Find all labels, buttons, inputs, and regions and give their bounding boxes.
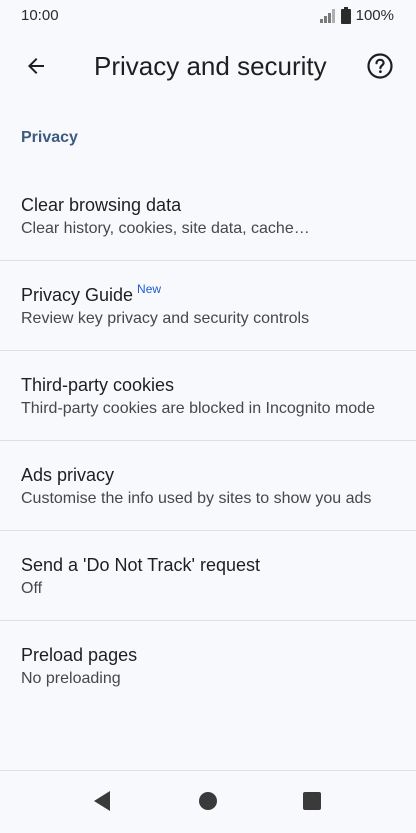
setting-summary: Off xyxy=(21,580,43,597)
setting-summary: Third-party cookies are blocked in Incog… xyxy=(21,400,375,417)
setting-summary: Review key privacy and security controls xyxy=(21,310,310,327)
nav-recents-button[interactable] xyxy=(298,789,326,817)
new-badge: New xyxy=(137,282,162,296)
setting-summary: Customise the info used by sites to show… xyxy=(21,490,372,507)
setting-ads-privacy[interactable]: Ads privacy Customise the info used by s… xyxy=(0,441,416,531)
status-right: 100% xyxy=(319,7,394,24)
setting-title: Ads privacy xyxy=(21,465,115,485)
setting-title: Send a 'Do Not Track' request xyxy=(21,555,260,575)
setting-preload-pages[interactable]: Preload pages No preloading xyxy=(0,621,416,710)
battery-icon xyxy=(340,7,351,24)
battery-percent: 100% xyxy=(355,7,394,24)
nav-home-icon xyxy=(198,791,218,816)
nav-home-button[interactable] xyxy=(194,789,222,817)
nav-back-icon xyxy=(92,790,112,817)
arrow-back-icon xyxy=(24,54,48,83)
setting-title: Preload pages xyxy=(21,645,138,665)
nav-back-button[interactable] xyxy=(88,789,116,817)
setting-summary: No preloading xyxy=(21,670,121,687)
system-nav-bar xyxy=(0,770,416,833)
help-circle-icon xyxy=(366,52,394,85)
setting-title: Third-party cookies xyxy=(21,375,175,395)
setting-title: Privacy Guide New xyxy=(21,282,162,305)
signal-icon xyxy=(319,8,336,23)
help-button[interactable] xyxy=(362,50,398,86)
status-time: 10:00 xyxy=(21,7,59,24)
section-header-privacy: Privacy xyxy=(21,129,78,146)
setting-third-party-cookies[interactable]: Third-party cookies Third-party cookies … xyxy=(0,351,416,441)
setting-clear-browsing-data[interactable]: Clear browsing data Clear history, cooki… xyxy=(0,171,416,261)
settings-list: Clear browsing data Clear history, cooki… xyxy=(0,171,416,710)
setting-title: Clear browsing data xyxy=(21,195,182,215)
setting-summary: Clear history, cookies, site data, cache… xyxy=(21,220,310,237)
status-bar: 10:00 100% xyxy=(0,0,416,34)
setting-privacy-guide[interactable]: Privacy Guide New Review key privacy and … xyxy=(0,261,416,351)
app-bar: Privacy and security xyxy=(0,34,416,102)
back-button[interactable] xyxy=(18,50,54,86)
setting-do-not-track[interactable]: Send a 'Do Not Track' request Off xyxy=(0,531,416,621)
page-title: Privacy and security xyxy=(94,51,327,81)
nav-recents-icon xyxy=(302,791,322,816)
